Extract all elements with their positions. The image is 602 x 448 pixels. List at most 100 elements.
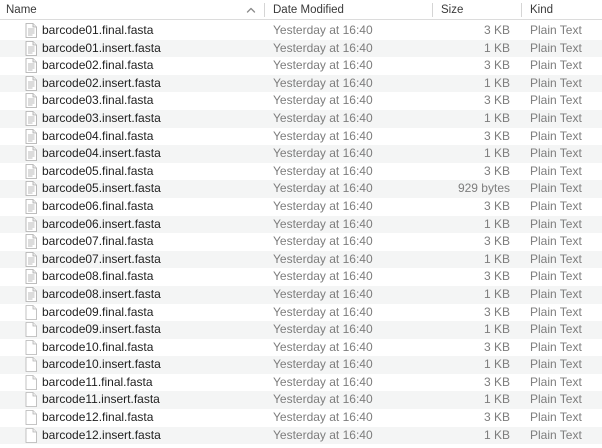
file-date-modified: Yesterday at 16:40 xyxy=(273,216,373,231)
file-name: barcode01.insert.fasta xyxy=(42,40,161,55)
file-kind: Plain Text xyxy=(530,93,582,108)
file-row[interactable]: barcode01.insert.fasta Yesterday at 16:40… xyxy=(0,39,602,58)
file-row[interactable]: barcode10.final.fasta Yesterday at 16:40 3… xyxy=(0,339,602,357)
file-size: 929 bytes xyxy=(457,181,510,196)
file-date-modified: Yesterday at 16:40 xyxy=(273,357,373,372)
file-row[interactable]: barcode07.final.fasta Yesterday at 16:40 3… xyxy=(0,233,602,251)
column-header-date-modified[interactable]: Date Modified xyxy=(273,0,344,20)
file-size: 3 KB xyxy=(483,23,510,37)
file-size: 1 KB xyxy=(483,110,510,125)
file-size: 1 KB xyxy=(483,251,510,266)
blank-document-icon xyxy=(25,339,37,355)
file-date-modified: Yesterday at 16:40 xyxy=(273,322,373,337)
file-date-modified: Yesterday at 16:40 xyxy=(273,286,373,301)
blank-document-icon xyxy=(25,322,37,337)
column-divider[interactable] xyxy=(432,3,433,17)
column-header-size[interactable]: Size xyxy=(441,0,463,20)
file-kind: Plain Text xyxy=(530,286,582,301)
text-document-icon xyxy=(25,75,37,91)
file-row[interactable]: barcode06.insert.fasta Yesterday at 16:40… xyxy=(0,215,602,234)
file-date-modified: Yesterday at 16:40 xyxy=(273,392,373,407)
file-date-modified: Yesterday at 16:40 xyxy=(273,110,373,125)
file-size: 1 KB xyxy=(483,427,510,442)
file-row[interactable]: barcode12.insert.fasta Yesterday at 16:40… xyxy=(0,426,602,445)
file-name: barcode11.final.fasta xyxy=(42,374,153,389)
file-kind: Plain Text xyxy=(530,181,582,196)
file-date-modified: Yesterday at 16:40 xyxy=(273,181,373,196)
file-name: barcode08.insert.fasta xyxy=(42,286,161,301)
file-row[interactable]: barcode11.insert.fasta Yesterday at 16:40… xyxy=(0,391,602,410)
file-row[interactable]: barcode07.insert.fasta Yesterday at 16:40… xyxy=(0,250,602,269)
file-kind: Plain Text xyxy=(530,198,582,213)
file-kind: Plain Text xyxy=(530,163,582,178)
blank-document-icon xyxy=(25,392,37,408)
file-size: 3 KB xyxy=(483,58,510,73)
blank-document-icon xyxy=(25,304,37,320)
file-row[interactable]: barcode06.final.fasta Yesterday at 16:40 3… xyxy=(0,198,602,216)
file-kind: Plain Text xyxy=(530,322,582,337)
file-row[interactable]: barcode02.insert.fasta Yesterday at 16:40… xyxy=(0,74,602,93)
column-divider[interactable] xyxy=(264,3,265,17)
file-row[interactable]: barcode01.final.fasta Yesterday at 16:40 3… xyxy=(0,22,602,40)
file-name: barcode07.final.fasta xyxy=(42,234,154,249)
file-kind: Plain Text xyxy=(530,392,582,407)
file-size: 3 KB xyxy=(483,374,510,389)
file-date-modified: Yesterday at 16:40 xyxy=(273,23,373,37)
file-name: barcode01.final.fasta xyxy=(42,23,154,37)
text-document-icon xyxy=(25,181,37,197)
text-document-icon xyxy=(25,234,37,250)
file-size: 3 KB xyxy=(483,410,510,425)
blank-document-icon xyxy=(25,357,37,373)
file-date-modified: Yesterday at 16:40 xyxy=(273,427,373,442)
text-document-icon xyxy=(25,23,37,38)
file-kind: Plain Text xyxy=(530,251,582,266)
file-kind: Plain Text xyxy=(530,23,582,37)
column-header-kind[interactable]: Kind xyxy=(530,0,553,20)
text-document-icon xyxy=(25,40,37,56)
file-size: 1 KB xyxy=(483,216,510,231)
column-divider[interactable] xyxy=(521,3,522,17)
file-name: barcode04.insert.fasta xyxy=(42,146,161,161)
file-name: barcode10.insert.fasta xyxy=(42,357,161,372)
file-row[interactable]: barcode10.insert.fasta Yesterday at 16:40… xyxy=(0,356,602,374)
text-document-icon xyxy=(25,199,37,214)
file-date-modified: Yesterday at 16:40 xyxy=(273,304,373,319)
file-name: barcode02.final.fasta xyxy=(42,58,154,73)
blank-document-icon xyxy=(25,427,37,443)
file-date-modified: Yesterday at 16:40 xyxy=(273,146,373,161)
file-row[interactable]: barcode12.final.fasta Yesterday at 16:40 3… xyxy=(0,409,602,427)
file-row[interactable]: barcode04.final.fasta Yesterday at 16:40 3… xyxy=(0,128,602,146)
file-size: 3 KB xyxy=(483,269,510,284)
file-list: barcode01.final.fasta Yesterday at 16:40 3… xyxy=(0,22,602,445)
file-name: barcode03.final.fasta xyxy=(42,93,154,108)
file-kind: Plain Text xyxy=(530,110,582,125)
file-row[interactable]: barcode04.insert.fasta Yesterday at 16:40… xyxy=(0,145,602,163)
file-row[interactable]: barcode05.final.fasta Yesterday at 16:40 3… xyxy=(0,163,602,181)
file-size: 3 KB xyxy=(483,339,510,354)
file-row[interactable]: barcode03.insert.fasta Yesterday at 16:40… xyxy=(0,109,602,128)
blank-document-icon xyxy=(25,374,37,390)
column-header-name[interactable]: Name xyxy=(6,0,37,20)
text-document-icon xyxy=(25,287,37,302)
file-row[interactable]: barcode05.insert.fasta Yesterday at 16:40… xyxy=(0,180,602,198)
file-kind: Plain Text xyxy=(530,357,582,372)
text-document-icon xyxy=(25,251,37,267)
file-row[interactable]: barcode09.final.fasta Yesterday at 16:40 3… xyxy=(0,304,602,322)
file-kind: Plain Text xyxy=(530,269,582,284)
file-name: barcode06.insert.fasta xyxy=(42,216,161,231)
file-date-modified: Yesterday at 16:40 xyxy=(273,374,373,389)
file-name: barcode08.final.fasta xyxy=(42,269,154,284)
file-row[interactable]: barcode08.final.fasta Yesterday at 16:40 3… xyxy=(0,268,602,286)
file-row[interactable]: barcode11.final.fasta Yesterday at 16:40 3… xyxy=(0,374,602,392)
file-row[interactable]: barcode02.final.fasta Yesterday at 16:40 3… xyxy=(0,57,602,75)
file-name: barcode11.insert.fasta xyxy=(42,392,160,407)
file-kind: Plain Text xyxy=(530,146,582,161)
file-row[interactable]: barcode08.insert.fasta Yesterday at 16:40… xyxy=(0,285,602,304)
file-kind: Plain Text xyxy=(530,75,582,90)
file-row[interactable]: barcode03.final.fasta Yesterday at 16:40 3… xyxy=(0,92,602,110)
file-row[interactable]: barcode09.insert.fasta Yesterday at 16:40… xyxy=(0,321,602,339)
file-kind: Plain Text xyxy=(530,234,582,249)
file-date-modified: Yesterday at 16:40 xyxy=(273,93,373,108)
text-document-icon xyxy=(25,216,37,232)
chevron-up-icon[interactable] xyxy=(244,3,258,17)
